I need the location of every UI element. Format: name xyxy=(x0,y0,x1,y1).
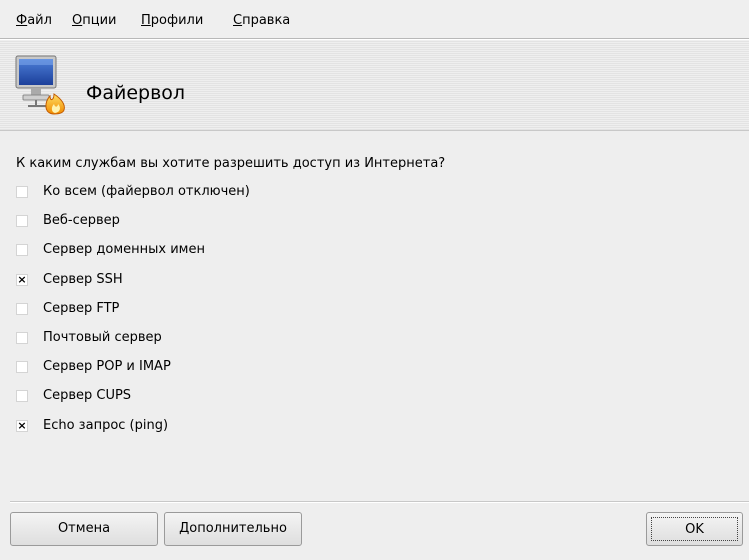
header-banner: Файервол xyxy=(0,40,749,131)
checkbox-checked[interactable]: × xyxy=(16,274,28,286)
menu-bar: Файл Опции Профили Справка xyxy=(0,0,749,39)
service-label: Веб-сервер xyxy=(43,213,120,228)
advanced-button[interactable]: Дополнительно xyxy=(164,512,302,546)
monitor-fire-icon xyxy=(15,55,65,115)
checkbox-unchecked[interactable] xyxy=(16,361,28,373)
checkbox-unchecked[interactable] xyxy=(16,244,28,256)
page-title: Файервол xyxy=(86,82,186,104)
cancel-button[interactable]: Отмена xyxy=(10,512,158,546)
service-label: Сервер доменных имен xyxy=(43,242,205,257)
checkbox-unchecked[interactable] xyxy=(16,390,28,402)
menu-help[interactable]: Справка xyxy=(233,12,290,30)
service-label: Сервер FTP xyxy=(43,301,120,316)
menu-profiles[interactable]: Профили xyxy=(141,12,203,30)
service-label: Ко всем (файервол отключен) xyxy=(43,184,250,199)
ok-button-label: OK xyxy=(651,517,738,541)
service-label: Echo запрос (ping) xyxy=(43,418,169,433)
service-label: Сервер POP и IMAP xyxy=(43,359,171,374)
divider xyxy=(10,501,749,503)
service-label: Почтовый сервер xyxy=(43,330,162,345)
service-label: Сервер CUPS xyxy=(43,388,132,403)
service-label: Сервер SSH xyxy=(43,272,123,287)
checkbox-unchecked[interactable] xyxy=(16,332,28,344)
question-label: К каким службам вы хотите разрешить дост… xyxy=(16,156,446,171)
checkbox-unchecked[interactable] xyxy=(16,186,28,198)
menu-options[interactable]: Опции xyxy=(72,12,116,30)
checkbox-checked[interactable]: × xyxy=(16,420,28,432)
checkbox-unchecked[interactable] xyxy=(16,215,28,227)
ok-button[interactable]: OK xyxy=(646,512,743,546)
menu-file[interactable]: Файл xyxy=(16,12,52,30)
checkbox-unchecked[interactable] xyxy=(16,303,28,315)
